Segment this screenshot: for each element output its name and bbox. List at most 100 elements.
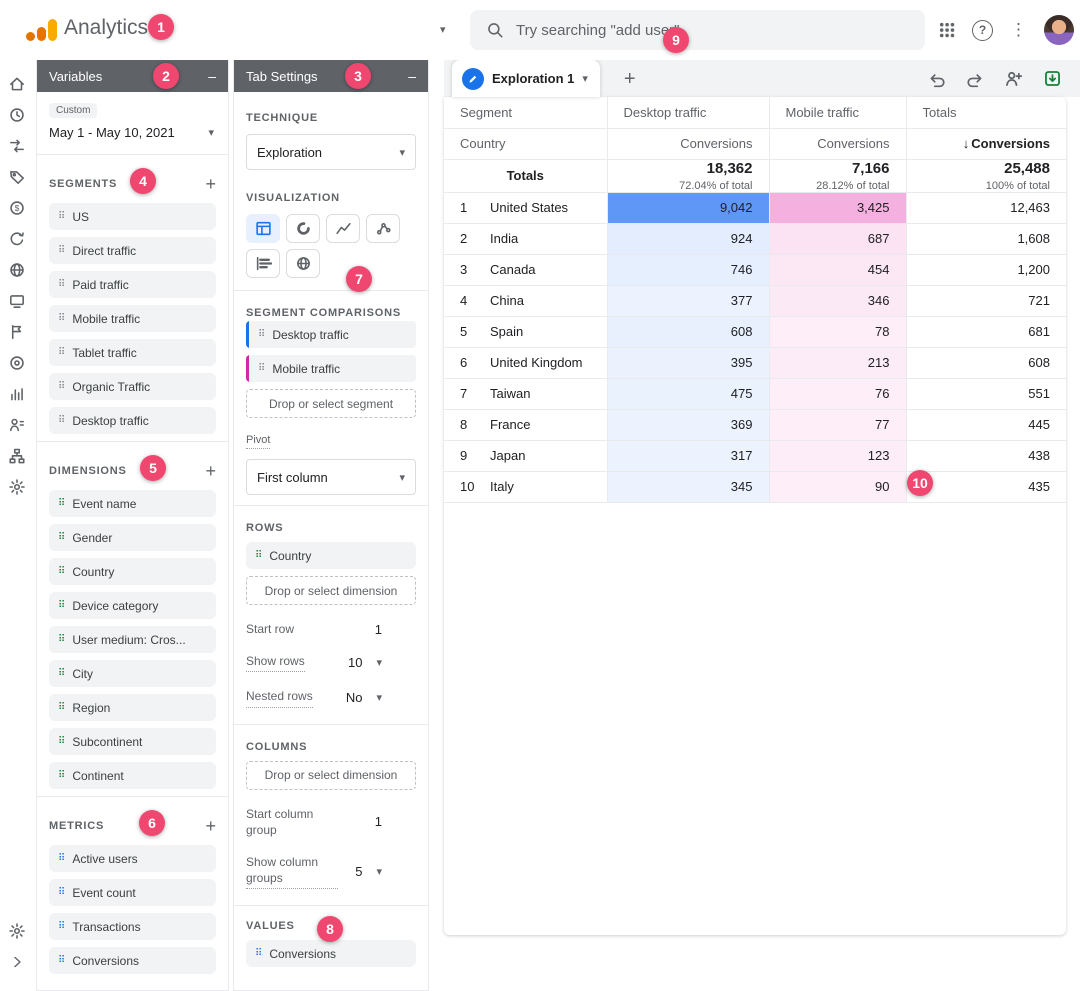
country-cell[interactable]: 1United States [444,192,607,223]
mobile-value-cell[interactable]: 78 [769,316,906,347]
col-header-totals[interactable]: Totals [906,97,1066,128]
technique-select[interactable]: Exploration ▾ [246,134,416,170]
viz-geo-button[interactable] [286,249,320,278]
mobile-value-cell[interactable]: 123 [769,440,906,471]
viz-line-button[interactable] [326,214,360,243]
total-value-cell[interactable]: 445 [906,409,1066,440]
country-cell[interactable]: 7Taiwan [444,378,607,409]
viz-bar-button[interactable] [246,249,280,278]
subheader-conversions-totals-sorted[interactable]: ↓Conversions [906,128,1066,159]
pivot-select[interactable]: First column ▾ [246,459,416,495]
country-cell[interactable]: 4China [444,285,607,316]
segment-dropzone[interactable]: Drop or select segment [246,389,416,418]
segment-chip[interactable]: ⠿Desktop traffic [49,407,216,434]
country-cell[interactable]: 6United Kingdom [444,347,607,378]
total-value-cell[interactable]: 551 [906,378,1066,409]
debug-gear-icon[interactable] [5,475,29,499]
dimension-chip[interactable]: ⠿City [49,660,216,687]
undo-icon[interactable] [928,70,946,88]
subheader-conversions-desktop[interactable]: Conversions [607,128,769,159]
conversions-target-icon[interactable] [5,351,29,375]
realtime-icon[interactable] [5,103,29,127]
dimension-chip[interactable]: ⠿Country [49,558,216,585]
dimension-chip[interactable]: ⠿User medium: Cros... [49,626,216,653]
add-metric-button[interactable]: + [205,817,216,835]
segment-chip[interactable]: ⠿Tablet traffic [49,339,216,366]
total-value-cell[interactable]: 438 [906,440,1066,471]
engagement-tag-icon[interactable] [5,165,29,189]
minimize-variables-icon[interactable]: – [208,69,216,83]
desktop-value-cell[interactable]: 345 [607,471,769,502]
desktop-value-cell[interactable]: 369 [607,409,769,440]
segment-chip[interactable]: ⠿Organic Traffic [49,373,216,400]
subheader-conversions-mobile[interactable]: Conversions [769,128,906,159]
start-row-value[interactable]: 1 [375,622,382,637]
minimize-tab-settings-icon[interactable]: – [408,69,416,83]
apps-grid-icon[interactable] [939,22,955,38]
country-cell[interactable]: 2India [444,223,607,254]
home-icon[interactable] [5,72,29,96]
tech-monitor-icon[interactable] [5,289,29,313]
account-avatar[interactable] [1044,15,1074,45]
add-segment-button[interactable]: + [205,175,216,193]
exploration-tab[interactable]: Exploration 1 ▾ [452,60,600,97]
totals-desktop-cell[interactable]: 18,36272.04% of total [607,159,769,192]
segment-chip[interactable]: ⠿US [49,203,216,230]
segment-chip[interactable]: ⠿Mobile traffic [49,305,216,332]
country-cell[interactable]: 5Spain [444,316,607,347]
dimension-chip[interactable]: ⠿Gender [49,524,216,551]
rows-dimension-chip[interactable]: ⠿Country [246,542,416,569]
metric-chip[interactable]: ⠿Conversions [49,947,216,974]
dimension-chip[interactable]: ⠿Region [49,694,216,721]
totals-total-cell[interactable]: 25,488100% of total [906,159,1066,192]
desktop-value-cell[interactable]: 317 [607,440,769,471]
desktop-value-cell[interactable]: 395 [607,347,769,378]
total-value-cell[interactable]: 721 [906,285,1066,316]
add-dimension-button[interactable]: + [205,462,216,480]
totals-mobile-cell[interactable]: 7,16628.12% of total [769,159,906,192]
sitemap-icon[interactable] [5,444,29,468]
dimension-chip[interactable]: ⠿Event name [49,490,216,517]
user-properties-icon[interactable] [5,413,29,437]
country-cell[interactable]: 9Japan [444,440,607,471]
dimension-chip[interactable]: ⠿Subcontinent [49,728,216,755]
country-cell[interactable]: 10Italy [444,471,607,502]
mobile-value-cell[interactable]: 77 [769,409,906,440]
values-metric-chip[interactable]: ⠿Conversions [246,940,416,967]
col-header-segment[interactable]: Segment [444,97,607,128]
desktop-value-cell[interactable]: 377 [607,285,769,316]
country-cell[interactable]: 3Canada [444,254,607,285]
share-users-icon[interactable] [1004,69,1023,88]
viz-scatter-button[interactable] [366,214,400,243]
columns-dropzone[interactable]: Drop or select dimension [246,761,416,790]
mobile-value-cell[interactable]: 3,425 [769,192,906,223]
segment-chip[interactable]: ⠿Paid traffic [49,271,216,298]
viz-donut-button[interactable] [286,214,320,243]
events-flag-icon[interactable] [5,320,29,344]
mobile-value-cell[interactable]: 213 [769,347,906,378]
search-bar[interactable]: Try searching "add user" [470,10,925,50]
segment-comparison-chip-mobile[interactable]: ⠿ Mobile traffic [246,355,416,382]
help-icon[interactable]: ? [972,20,993,41]
show-rows-select[interactable]: 10 ▾ [348,655,382,670]
mobile-value-cell[interactable]: 346 [769,285,906,316]
mobile-value-cell[interactable]: 76 [769,378,906,409]
country-cell[interactable]: 8France [444,409,607,440]
dimension-chip[interactable]: ⠿Device category [49,592,216,619]
total-value-cell[interactable]: 608 [906,347,1066,378]
expand-rail-icon[interactable] [5,950,29,974]
add-tab-button[interactable]: + [618,68,642,90]
show-column-groups-select[interactable]: 5 ▾ [355,864,382,879]
demographics-globe-icon[interactable] [5,258,29,282]
metric-chip[interactable]: ⠿Event count [49,879,216,906]
export-icon[interactable] [1043,69,1062,88]
monetization-icon[interactable]: $ [5,196,29,220]
desktop-value-cell[interactable]: 608 [607,316,769,347]
desktop-value-cell[interactable]: 9,042 [607,192,769,223]
kebab-menu-icon[interactable]: ⋮ [1010,20,1027,40]
audiences-chart-icon[interactable] [5,382,29,406]
mobile-value-cell[interactable]: 454 [769,254,906,285]
segment-comparison-chip-desktop[interactable]: ⠿ Desktop traffic [246,321,416,348]
segment-chip[interactable]: ⠿Direct traffic [49,237,216,264]
metric-chip[interactable]: ⠿Transactions [49,913,216,940]
